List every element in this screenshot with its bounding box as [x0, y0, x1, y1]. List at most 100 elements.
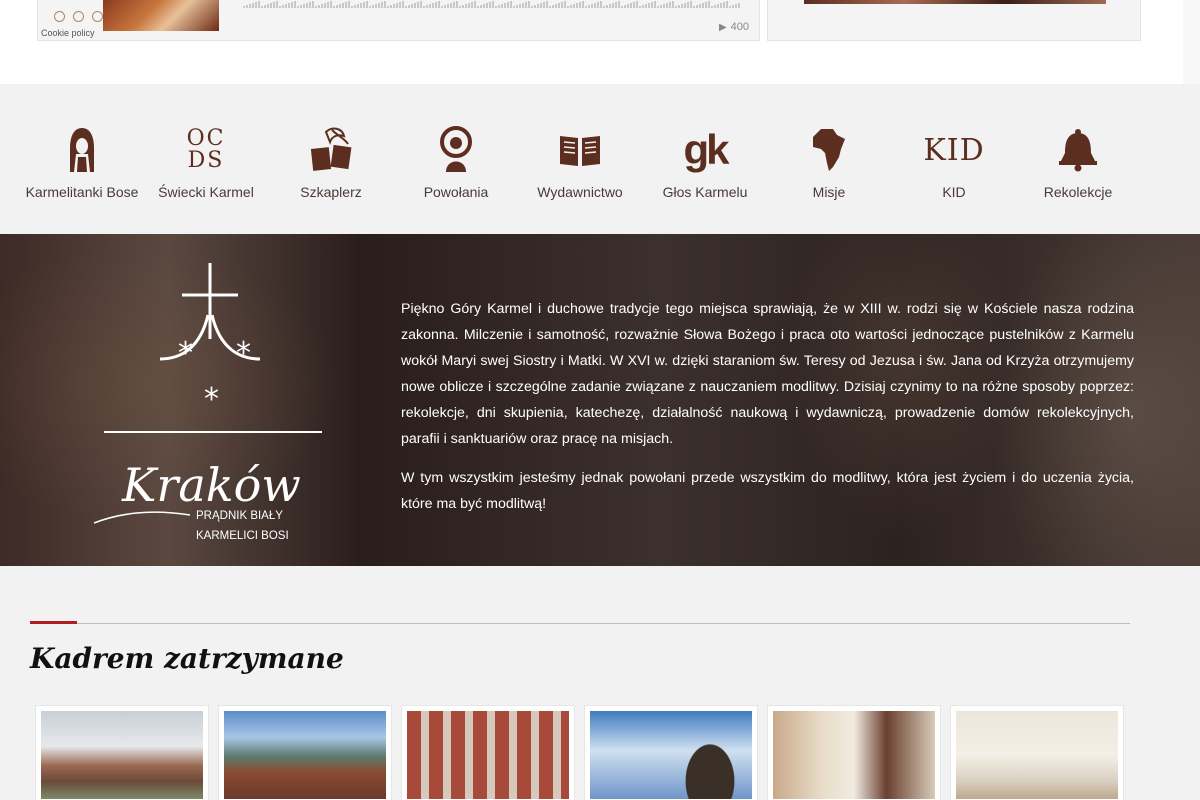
waveform-bar [321, 4, 323, 8]
waveform-bar [465, 4, 467, 8]
waveform-bar [474, 1, 476, 8]
waveform-bar [435, 2, 437, 8]
nav-item-wydawnictwo[interactable]: Wydawnictwo [518, 124, 642, 200]
waveform-bar [627, 4, 629, 8]
waveform-bar [666, 3, 668, 8]
nav-label: Świecki Karmel [158, 184, 254, 200]
ocds-text: OC [186, 126, 226, 151]
audio-artwork [103, 0, 219, 31]
kid-icon: KID [892, 124, 1016, 176]
waveform-bar [276, 1, 278, 8]
nav-item-karmelitanki-bose[interactable]: Karmelitanki Bose [20, 124, 144, 200]
waveform-bar [735, 4, 737, 8]
play-icon: ▶ [718, 22, 727, 33]
waveform-bar [513, 6, 515, 8]
waveform-bar [522, 3, 524, 8]
hero-paragraph: Piękno Góry Karmel i duchowe tradycje te… [401, 301, 1134, 447]
waveform-bar [681, 4, 683, 8]
audio-player[interactable]: Cookie policy ▶ 400 [37, 0, 760, 41]
waveform-bar [258, 1, 260, 8]
waveform-bar [654, 1, 656, 8]
waveform-bar [456, 1, 458, 8]
nav-item-glos-karmelu[interactable]: gk Głos Karmelu [643, 124, 767, 200]
gallery-thumb[interactable] [950, 705, 1124, 800]
section-accent [30, 621, 77, 624]
svg-text:*: * [204, 382, 219, 417]
africa-icon [813, 129, 845, 171]
waveform-bar [390, 5, 392, 8]
scrollbar[interactable] [1183, 0, 1200, 84]
waveform-bar [246, 5, 248, 8]
waveform-bar [477, 6, 479, 8]
gallery-thumb[interactable] [218, 705, 392, 800]
waveform-bar [252, 3, 254, 8]
waveform-bar [594, 3, 596, 8]
waveform-bar [399, 2, 401, 8]
waveform-bar [369, 6, 371, 8]
gallery-thumb[interactable] [584, 705, 758, 800]
waveform-bar [264, 5, 266, 8]
waveform-bar [642, 5, 644, 8]
waveform-bar [684, 3, 686, 8]
waveform-bar [567, 6, 569, 8]
gallery-thumb[interactable] [35, 705, 209, 800]
nav-item-swiecki-karmel[interactable]: OC DS Świecki Karmel [144, 124, 268, 201]
gk-icon: gk [643, 124, 767, 176]
nav-item-rekolekcje[interactable]: Rekolekcje [1016, 124, 1140, 200]
waveform-bar [609, 4, 611, 8]
waveform-bar [450, 3, 452, 8]
waveform-bar [570, 5, 572, 8]
vocation-icon [440, 126, 472, 172]
waveform-bar [270, 3, 272, 8]
book-icon [560, 136, 600, 166]
icon-nav: Karmelitanki Bose OC DS Świecki Karmel S… [0, 84, 1200, 234]
waveform-bar [393, 4, 395, 8]
audio-waveform[interactable] [243, 0, 743, 8]
cookie-policy-link[interactable]: Cookie policy [41, 28, 95, 38]
waveform-bar [486, 3, 488, 8]
waveform-bar [354, 5, 356, 8]
nav-label: Karmelitanki Bose [25, 184, 139, 200]
waveform-bar [288, 3, 290, 8]
ocds-icon: OC DS [144, 124, 268, 176]
gallery-image [224, 711, 386, 799]
waveform-bar [537, 4, 539, 8]
logo-circle-icon [54, 11, 65, 22]
nav-item-kid[interactable]: KID KID [892, 124, 1016, 201]
nav-label: Wydawnictwo [537, 184, 623, 200]
nav-label: KID [942, 184, 966, 200]
waveform-bar [507, 2, 509, 8]
waveform-bar [726, 1, 728, 8]
waveform-bar [738, 3, 740, 8]
waveform-bar [468, 3, 470, 8]
hero-description: Piękno Góry Karmel i duchowe tradycje te… [401, 296, 1134, 517]
waveform-bar [615, 2, 617, 8]
waveform-bar [447, 4, 449, 8]
waveform-bar [429, 4, 431, 8]
svg-text:*: * [236, 336, 251, 371]
waveform-bar [273, 2, 275, 8]
waveform-bar [639, 6, 641, 8]
waveform-bar [381, 2, 383, 8]
waveform-bar [630, 3, 632, 8]
waveform-bar [366, 1, 368, 8]
waveform-bar [591, 4, 593, 8]
waveform-bar [318, 5, 320, 8]
nav-item-powolania[interactable]: Powołania [394, 124, 518, 200]
nav-item-misje[interactable]: Misje [767, 124, 891, 200]
waveform-bar [336, 5, 338, 8]
nav-label: Misje [812, 184, 846, 200]
gallery-thumb[interactable] [767, 705, 941, 800]
audio-player-secondary[interactable] [767, 0, 1141, 41]
nav-item-szkaplerz[interactable]: Szkaplerz [269, 124, 393, 200]
waveform-bar [312, 1, 314, 8]
gk-text: gk [683, 126, 729, 173]
waveform-bar [279, 6, 281, 8]
waveform-bar [555, 4, 557, 8]
waveform-bar [561, 2, 563, 8]
waveform-bar [588, 5, 590, 8]
waveform-bar [315, 6, 317, 8]
gallery-thumb[interactable] [401, 705, 575, 800]
waveform-bar [306, 3, 308, 8]
play-count-value: 400 [730, 21, 749, 33]
